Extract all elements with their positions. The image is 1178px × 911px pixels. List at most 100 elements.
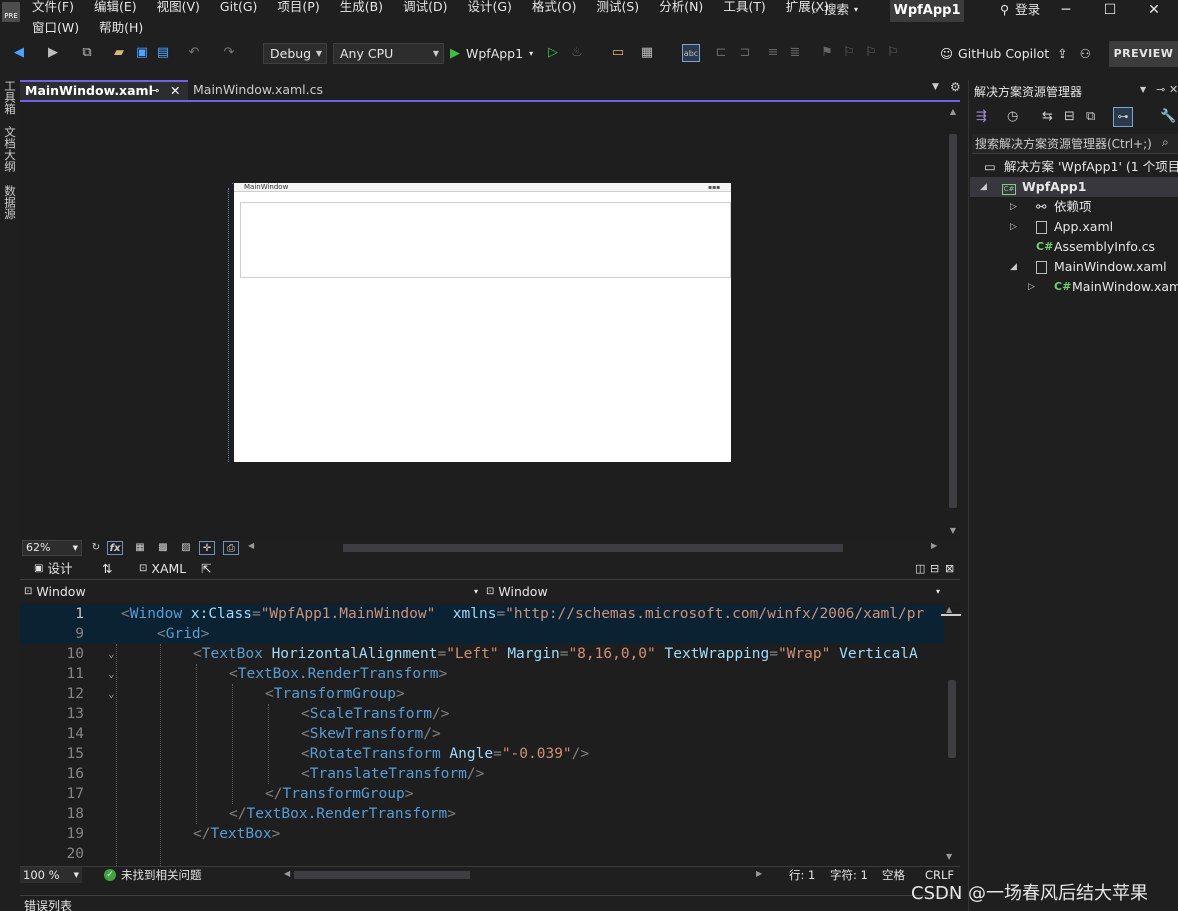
- scroll-down-icon[interactable]: ▼: [946, 852, 952, 861]
- fold-toggle-icon[interactable]: ⌄: [108, 684, 115, 704]
- solution-search-input[interactable]: 搜索解决方案资源管理器(Ctrl+;): [972, 134, 1178, 154]
- error-list-title[interactable]: 错误列表: [24, 897, 72, 911]
- spell-check-icon[interactable]: abc: [682, 44, 700, 62]
- expanded-twisty-icon[interactable]: ◢: [1010, 257, 1017, 277]
- layout-icon[interactable]: ▦: [638, 44, 656, 62]
- align-left-icon[interactable]: ⊏: [712, 44, 730, 62]
- char-indicator[interactable]: 字符: 1: [830, 867, 868, 883]
- element-member-dropdown[interactable]: ⊡ Window ▾: [486, 582, 942, 601]
- collapse-pane-icon[interactable]: ⊠: [945, 560, 954, 578]
- tree-item[interactable]: ◢ C# WpfApp1: [970, 177, 1178, 197]
- sticky-scroll-line[interactable]: 1 <Window x:Class="WpfApp1.MainWindow" xm…: [20, 604, 944, 624]
- whitespace-indicator[interactable]: 空格: [882, 867, 905, 883]
- code-line[interactable]: 10 ⌄ <TextBox HorizontalAlignment="Left" M…: [20, 644, 944, 664]
- refresh-icon[interactable]: ↻: [88, 541, 104, 555]
- menu-item[interactable]: 格式(O): [522, 0, 587, 18]
- filter-icon[interactable]: ⊶: [1113, 107, 1133, 127]
- line-indicator[interactable]: 行: 1: [789, 867, 815, 883]
- menu-item[interactable]: 测试(S): [587, 0, 650, 18]
- scroll-up-icon[interactable]: ▲: [946, 605, 952, 614]
- minimize-button[interactable]: ─: [1044, 0, 1088, 22]
- tree-item[interactable]: ▷ App.xaml: [970, 217, 1178, 237]
- popout-xaml-icon[interactable]: ⇱: [201, 560, 211, 578]
- editor-split-handle[interactable]: [941, 614, 961, 616]
- code-line[interactable]: 18 </TextBox.RenderTransform>: [20, 804, 944, 824]
- menu-item[interactable]: 项目(P): [267, 0, 329, 18]
- tree-item[interactable]: ▷ ⚯ 依赖项: [970, 197, 1178, 217]
- forward-icon[interactable]: ▶: [44, 44, 62, 62]
- back-icon[interactable]: ◀: [10, 44, 28, 62]
- menu-item[interactable]: 视图(V): [147, 0, 210, 18]
- close-icon[interactable]: ✕: [1169, 83, 1178, 96]
- designer-zoom-dropdown[interactable]: 62% ▼: [22, 540, 82, 556]
- snap-lines-icon[interactable]: ✛: [199, 541, 215, 555]
- start-debugging-button[interactable]: ▶ WpfApp1 ▾: [450, 43, 533, 64]
- menu-item[interactable]: 窗口(W): [22, 19, 89, 37]
- snap-grid-icon[interactable]: ▩: [155, 541, 171, 555]
- designer-vertical-scroll-thumb[interactable]: [949, 134, 957, 508]
- pin-icon[interactable]: ⊸: [1156, 83, 1165, 96]
- tab-mainwindow-xaml[interactable]: MainWindow.xaml ⊸ ✕: [20, 80, 188, 100]
- menu-item[interactable]: 调试(D): [393, 0, 457, 18]
- xaml-code-editor[interactable]: 1 <Window x:Class="WpfApp1.MainWindow" xm…: [20, 602, 944, 866]
- expanded-twisty-icon[interactable]: ◢: [980, 177, 987, 197]
- scroll-left-icon[interactable]: ◀: [248, 541, 254, 550]
- scroll-left-icon[interactable]: ◀: [284, 869, 290, 878]
- tree-item[interactable]: ▭ 解决方案 'WpfApp1' (1 个项目,: [970, 157, 1178, 177]
- project-name-badge[interactable]: WpfApp1: [890, 0, 964, 22]
- search-box[interactable]: ⌕ 搜索 ▾: [812, 0, 858, 20]
- scroll-right-icon[interactable]: ▶: [756, 869, 762, 878]
- design-view-tab[interactable]: ▣ 设计: [34, 560, 72, 578]
- code-line[interactable]: 16 <TranslateTransform/>: [20, 764, 944, 784]
- tab-overflow-icon[interactable]: ▼: [932, 82, 939, 92]
- collapsed-twisty-icon[interactable]: ▷: [1028, 277, 1035, 297]
- artboard-icon[interactable]: ▨: [178, 541, 194, 555]
- clear-bookmarks-icon[interactable]: ⚐: [884, 44, 902, 62]
- swap-panes-button[interactable]: ⇅: [102, 560, 112, 578]
- code-line[interactable]: 17 </TransformGroup>: [20, 784, 944, 804]
- show-all-files-icon[interactable]: ⧉: [1086, 109, 1095, 124]
- redo-icon[interactable]: ↷: [220, 44, 238, 62]
- switch-views-icon[interactable]: ⇶: [976, 109, 987, 124]
- save-all-icon[interactable]: ▤: [154, 44, 172, 62]
- platform-dropdown[interactable]: Any CPU ▼: [333, 43, 444, 64]
- code-line[interactable]: 13 <ScaleTransform/>: [20, 704, 944, 724]
- menu-item[interactable]: 工具(T): [713, 0, 775, 18]
- close-window-button[interactable]: ✕: [1132, 0, 1176, 22]
- collapsed-twisty-icon[interactable]: ▷: [1010, 197, 1017, 217]
- editor-horizontal-scroll-thumb[interactable]: [294, 871, 470, 879]
- menu-item[interactable]: 生成(B): [330, 0, 393, 18]
- tree-item[interactable]: ◢ MainWindow.xaml: [970, 257, 1178, 277]
- folder-view-icon[interactable]: ▭: [609, 44, 627, 62]
- scroll-down-icon[interactable]: ▼: [946, 526, 960, 535]
- chevron-down-icon[interactable]: ▼: [1140, 85, 1146, 94]
- editor-zoom-dropdown[interactable]: 100 % ▼: [20, 867, 82, 883]
- toolbox-tab[interactable]: 工具箱: [2, 80, 18, 115]
- collapse-all-icon[interactable]: ⊟: [1064, 109, 1075, 124]
- save-icon[interactable]: ▣: [133, 44, 151, 62]
- code-line[interactable]: 20: [20, 844, 944, 864]
- settings-icon[interactable]: ⚙: [950, 80, 961, 94]
- configuration-dropdown[interactable]: Debug ▼: [263, 43, 327, 64]
- scroll-right-icon[interactable]: ▶: [931, 541, 937, 550]
- designer-horizontal-scroll-thumb[interactable]: [343, 544, 843, 552]
- code-line[interactable]: 11 ⌄ <TextBox.RenderTransform>: [20, 664, 944, 684]
- code-line[interactable]: 19 </TextBox>: [20, 824, 944, 844]
- device-icon[interactable]: ⎙: [223, 541, 239, 555]
- menu-item[interactable]: 编辑(E): [84, 0, 147, 18]
- preview-button[interactable]: PREVIEW: [1109, 41, 1178, 67]
- new-project-icon[interactable]: ⧉: [78, 44, 96, 62]
- visual-studio-logo-icon[interactable]: PRE: [2, 2, 20, 22]
- bookmark-icon[interactable]: ⚑: [818, 44, 836, 62]
- issues-indicator[interactable]: ✓ 未找到相关问题: [104, 867, 202, 883]
- tab-mainwindow-xaml-cs[interactable]: MainWindow.xaml.cs: [188, 80, 358, 100]
- horizontal-split-icon[interactable]: ⊟: [930, 560, 939, 578]
- menu-item[interactable]: 分析(N): [649, 0, 713, 18]
- code-line[interactable]: 14 <SkewTransform/>: [20, 724, 944, 744]
- close-icon[interactable]: ✕: [170, 82, 180, 99]
- fold-toggle-icon[interactable]: ⌄: [108, 644, 115, 664]
- fx-icon[interactable]: fx: [107, 541, 123, 555]
- menu-item[interactable]: 设计(G): [457, 0, 521, 18]
- code-line[interactable]: 15 <RotateTransform Angle="-0.039"/>: [20, 744, 944, 764]
- code-line[interactable]: 12 ⌄ <TransformGroup>: [20, 684, 944, 704]
